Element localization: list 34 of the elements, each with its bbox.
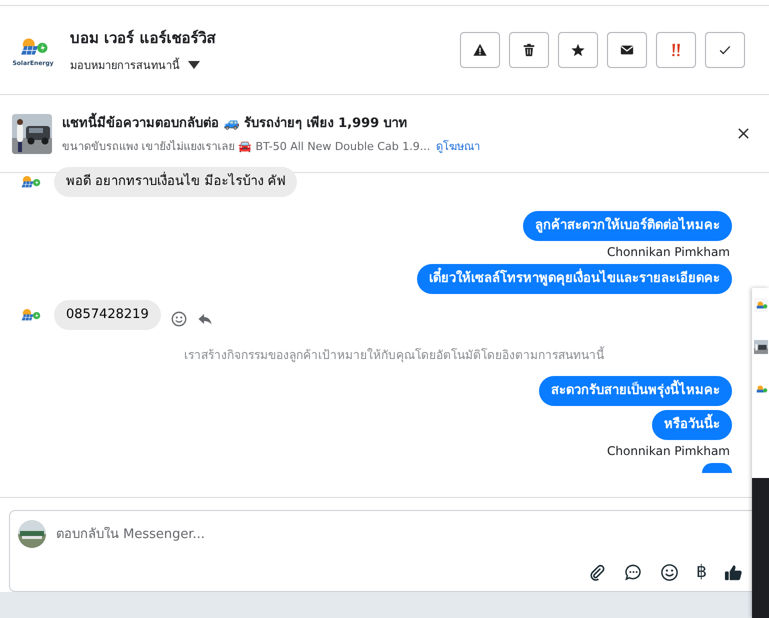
urgent-button[interactable] bbox=[656, 32, 696, 68]
message-bubble: ลูกค้าสะดวกให้เบอร์ติดต่อไหมคะ bbox=[523, 211, 732, 241]
message-bubble bbox=[702, 463, 732, 473]
ad-description: ขนาดขับรถแพง เขายังไม่แยงเราเลย 🚘 BT-50 All New Double Cab 1.9... bbox=[62, 139, 430, 155]
thumbs-up-icon[interactable] bbox=[724, 562, 743, 582]
chat-icon[interactable] bbox=[624, 562, 644, 582]
trash-icon bbox=[522, 43, 536, 57]
mail-button[interactable] bbox=[607, 32, 647, 68]
warning-button[interactable] bbox=[460, 32, 500, 68]
reply-icon[interactable] bbox=[196, 311, 213, 327]
envelope-icon bbox=[620, 43, 634, 57]
star-button[interactable] bbox=[558, 32, 598, 68]
sender-name: Chonnikan Pimkham bbox=[607, 444, 730, 459]
warning-icon bbox=[473, 43, 487, 57]
message-bubble: สะดวกรับสายเป็นพรุ่งนี้ไหมคะ bbox=[539, 376, 732, 406]
delete-button[interactable] bbox=[509, 32, 549, 68]
message-bubble: หรือวันนี้ะ bbox=[652, 410, 732, 440]
double-exclamation-icon bbox=[669, 43, 683, 57]
close-icon bbox=[736, 127, 750, 140]
contact-name: บอม เวอร์ แอร์เชอร์วิส bbox=[70, 28, 217, 49]
paperclip-icon[interactable] bbox=[588, 562, 608, 582]
star-icon bbox=[571, 43, 585, 57]
assign-dropdown[interactable]: มอบหมายการสนทนานี้ bbox=[70, 56, 200, 74]
message-bubble: เดี๋ยวให้เซลล์โทรหาพูดคุยเงื่อนไขและรายละเอียดคะ bbox=[417, 264, 732, 294]
payment-button[interactable]: ฿ bbox=[696, 562, 707, 582]
emoji-icon[interactable] bbox=[660, 562, 680, 582]
system-note: เราสร้างกิจกรรมของลูกค้าเป้าหมายให้กับคุณโดยอัตโนมัติโดยอิงตามการสนทนานี้ bbox=[184, 346, 604, 364]
view-ad-link[interactable]: ดูโฆษณา bbox=[436, 137, 480, 155]
message-bubble: พอดี อยากทราบเงื่อนไข มีอะไรบ้าง คัฟ bbox=[54, 167, 298, 197]
ad-title: แชทนี้มีข้อความตอบกลับต่อ 🚙 รับรถง่ายๆ เพียง 1,999 บาท bbox=[62, 112, 723, 133]
message-bubble: 0857428219 bbox=[54, 300, 161, 330]
checkmark-icon bbox=[718, 43, 732, 57]
sender-name: Chonnikan Pimkham bbox=[607, 245, 730, 260]
caret-icon bbox=[188, 61, 200, 69]
